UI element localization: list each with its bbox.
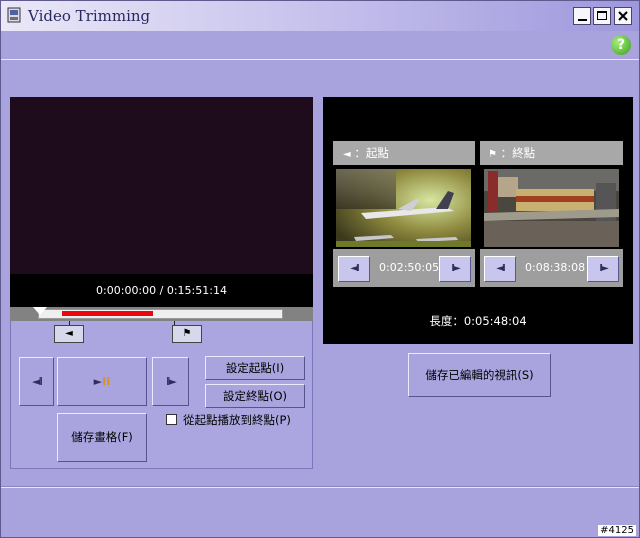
prev-frame-icon: ◄II [350,263,359,274]
app-icon [7,7,21,23]
divider [1,59,639,60]
start-time: 0:02:50:05 [379,261,440,274]
play-pause-icon: ►II [93,375,111,388]
next-frame-icon: II► [166,375,177,388]
save-frame-button[interactable]: 儲存畫格(F) [57,413,147,462]
maximize-button[interactable] [593,7,611,25]
end-prev-frame-button[interactable]: ◄II [484,256,516,282]
end-caption-text: ：終點 [500,146,536,160]
corner-tag: #4125 [598,525,636,536]
maximize-icon [597,11,607,20]
prev-frame-button[interactable]: ◄II [19,357,54,406]
play-pause-button[interactable]: ►II [57,357,147,406]
playhead-icon[interactable] [33,307,47,315]
trim-length: 長度：0:05:48:04 [429,314,527,328]
video-trimming-window: Video Trimming ? 0:00:00:00 / 0:15:51:14… [0,0,640,538]
start-thumbnail [336,169,471,247]
end-flag-icon: ⚑ [488,149,497,160]
close-button[interactable] [614,7,632,25]
set-start-button[interactable]: 設定起點(I) [205,356,305,380]
prev-frame-icon: ◄II [496,263,505,274]
start-flag-icon: ◄ [65,328,73,339]
start-caption: ◄ ：起點 [333,141,475,165]
start-next-frame-button[interactable]: II► [439,256,471,282]
window-title: Video Trimming [28,7,151,25]
end-thumbnail [484,169,619,247]
next-frame-icon: II► [451,263,460,274]
play-range-label[interactable]: 從起點播放到終點(P) [183,412,291,428]
start-flag-button[interactable]: ◄ [54,325,84,343]
end-next-frame-button[interactable]: II► [587,256,619,282]
end-flag-button[interactable]: ⚑ [172,325,202,343]
prev-frame-icon: ◄II [32,375,43,388]
set-end-button[interactable]: 設定終點(O) [205,384,305,408]
end-caption: ⚑ ：終點 [480,141,623,165]
start-caption-text: ：起點 [354,146,389,160]
seek-slider[interactable] [10,307,313,321]
start-prev-frame-button[interactable]: ◄II [338,256,370,282]
trim-range-bar [62,311,153,316]
help-icon[interactable]: ? [611,35,631,55]
minimize-button[interactable] [573,7,591,25]
end-time: 0:08:38:08 [525,261,586,274]
next-frame-icon: II► [599,263,608,274]
play-range-checkbox[interactable] [166,414,177,425]
title-bar[interactable]: Video Trimming [1,1,639,31]
save-edited-video-button[interactable]: 儲存已編輯的視訊(S) [408,353,551,397]
time-display: 0:00:00:00 / 0:15:51:14 [96,284,227,297]
close-icon [618,11,628,21]
start-flag-icon: ◄ [343,149,351,160]
video-screen[interactable] [10,97,313,274]
minimize-icon [578,19,587,21]
time-strip: 0:00:00:00 / 0:15:51:14 [10,274,313,307]
end-flag-icon: ⚑ [182,328,192,339]
divider [1,487,639,488]
next-frame-button[interactable]: II► [152,357,189,406]
